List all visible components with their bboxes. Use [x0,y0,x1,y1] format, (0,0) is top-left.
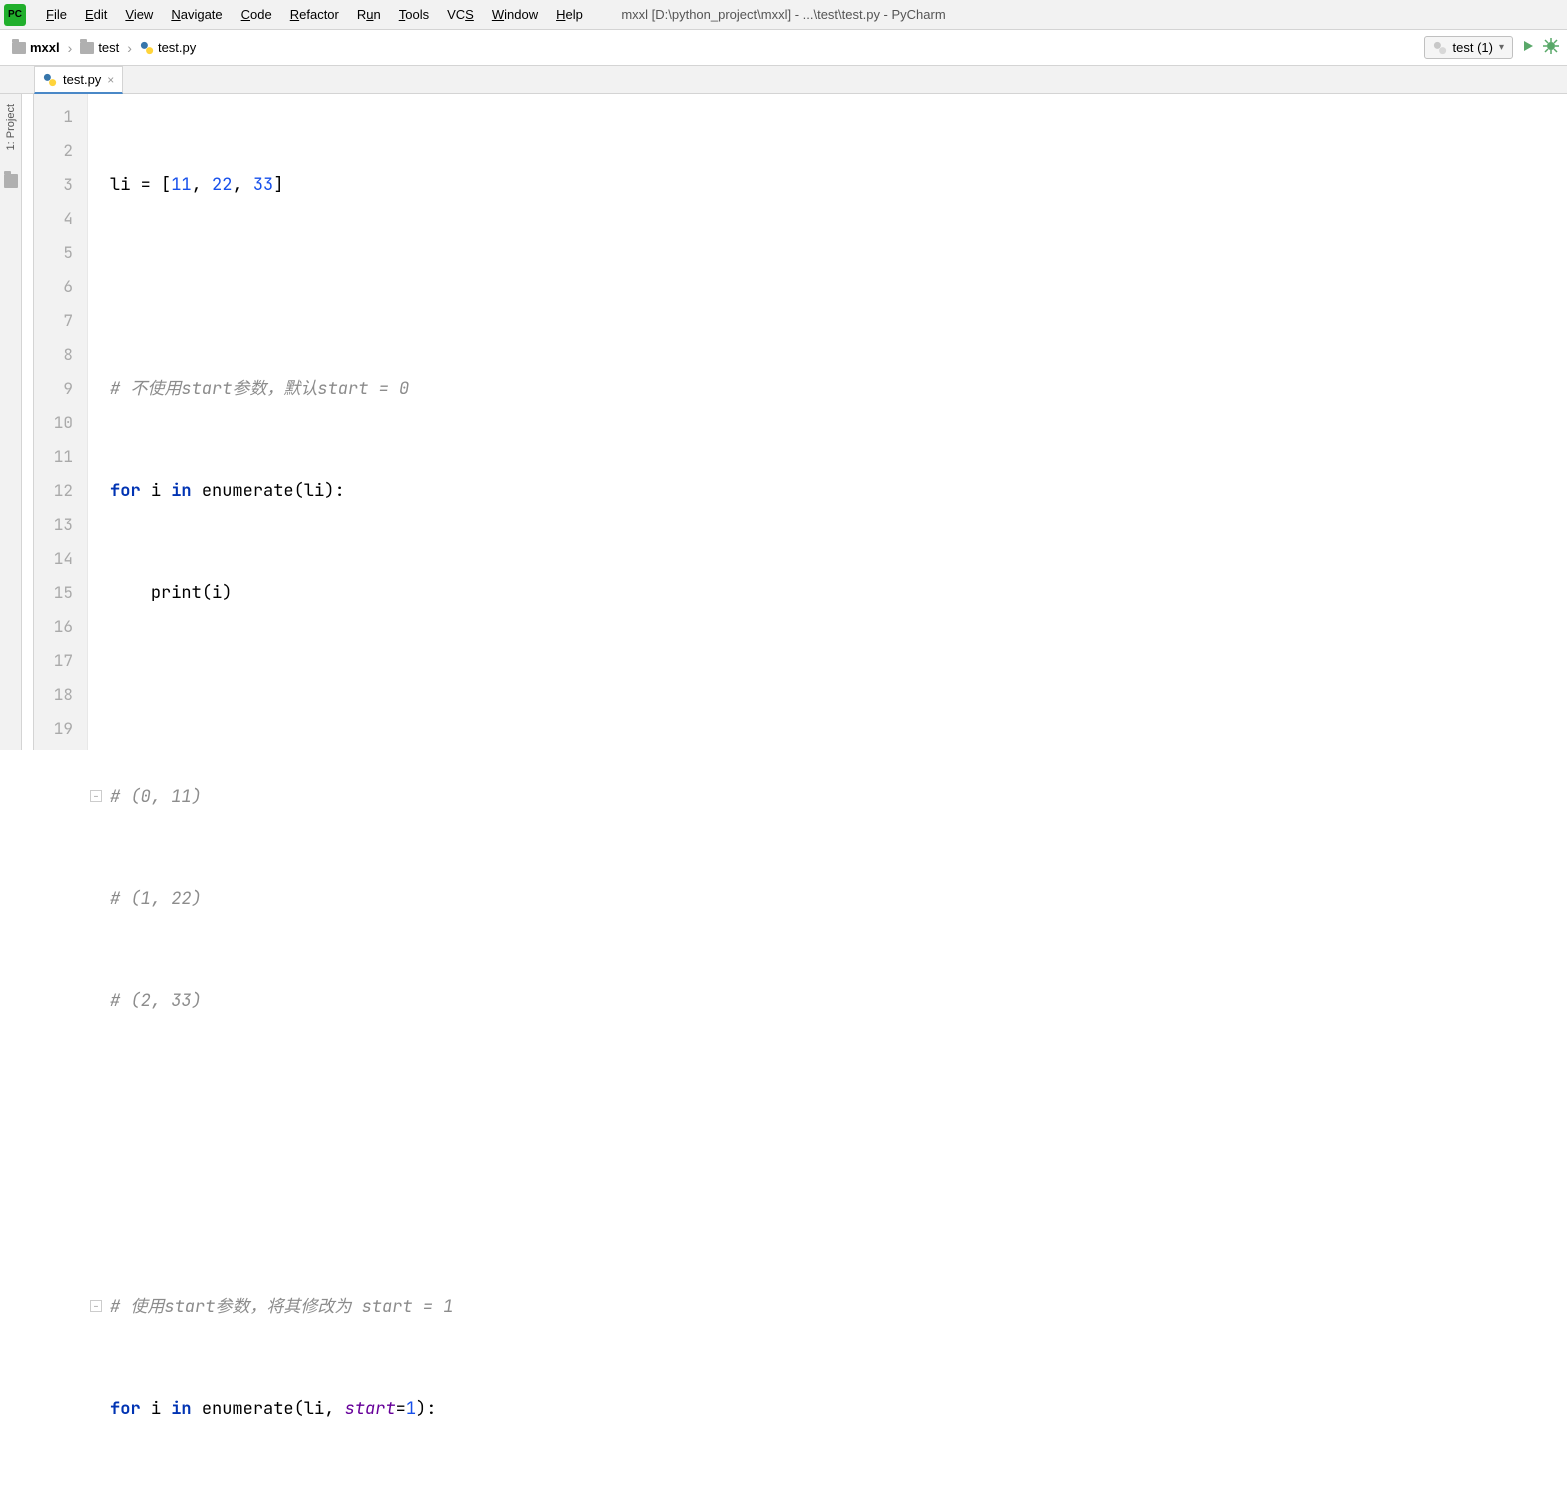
code-editor[interactable]: li = [11, 22, 33] # 不使用start参数，默认start =… [88,94,1567,750]
line-number[interactable]: 11 [34,440,87,474]
menu-run[interactable]: Run [349,3,389,26]
breadcrumb: mxxl › test › test.py [8,38,200,57]
line-number[interactable]: 3 [34,168,87,202]
menu-refactor[interactable]: Refactor [282,3,347,26]
menu-help[interactable]: Help [548,3,591,26]
line-number[interactable]: 4 [34,202,87,236]
python-file-icon [140,41,154,55]
code-line[interactable]: –# (0, 11) [110,780,1567,814]
menu-tools[interactable]: Tools [391,3,437,26]
line-number[interactable]: 17 [34,644,87,678]
code-line[interactable]: li = [11, 22, 33] [110,168,1567,202]
python-file-icon [43,73,57,87]
line-number[interactable]: 13 [34,508,87,542]
fold-marker-icon[interactable]: – [90,1300,102,1312]
tab-label: test.py [63,72,101,87]
run-config-label: test (1) [1453,40,1493,55]
code-line[interactable]: # (1, 22) [110,882,1567,916]
menu-items: File Edit View Navigate Code Refactor Ru… [38,3,591,26]
window-title: mxxl [D:\python_project\mxxl] - ...\test… [621,7,945,22]
code-line[interactable]: print(i) [110,576,1567,610]
menu-code[interactable]: Code [233,3,280,26]
close-icon[interactable]: × [107,73,114,87]
editor-tab[interactable]: test.py × [34,66,123,94]
line-number[interactable]: 16 [34,610,87,644]
line-number[interactable]: 12 [34,474,87,508]
line-number[interactable]: 19 [34,712,87,746]
breadcrumb-label: mxxl [30,40,60,55]
line-number[interactable]: 15 [34,576,87,610]
python-file-icon [1433,41,1447,55]
code-line[interactable] [110,678,1567,712]
pycharm-app-icon: PC [4,4,26,26]
code-line[interactable] [110,1086,1567,1120]
line-number[interactable]: 18 [34,678,87,712]
code-line[interactable]: for i in enumerate(li, start=1): [110,1392,1567,1426]
main-area: 1: Project 1 2 3 4 5 6 7 8 9 10 11 12 13… [0,94,1567,750]
chevron-right-icon: › [68,40,73,56]
menu-edit[interactable]: Edit [77,3,115,26]
breadcrumb-label: test.py [158,40,196,55]
chevron-right-icon: › [127,40,132,56]
run-button[interactable] [1521,39,1535,56]
chevron-down-icon: ▾ [1499,42,1504,53]
editor-tabbar: test.py × [0,66,1567,94]
menu-file[interactable]: File [38,3,75,26]
folder-icon [12,42,26,54]
menu-view[interactable]: View [117,3,161,26]
code-line[interactable] [110,1188,1567,1222]
project-tool-button[interactable]: 1: Project [5,100,17,154]
debug-button[interactable] [1543,38,1559,57]
breadcrumb-item-root[interactable]: mxxl [8,38,64,57]
menu-vcs[interactable]: VCS [439,3,482,26]
breadcrumb-item-folder[interactable]: test [76,38,123,57]
gutter-strip [22,94,34,750]
code-line[interactable]: for i in enumerate(li): [110,474,1567,508]
code-line[interactable] [110,270,1567,304]
line-number[interactable]: 2 [34,134,87,168]
line-number[interactable]: 8 [34,338,87,372]
code-line[interactable]: print(i) [110,1494,1567,1500]
menu-window[interactable]: Window [484,3,546,26]
code-line[interactable]: # 不使用start参数，默认start = 0 [110,372,1567,406]
breadcrumb-label: test [98,40,119,55]
line-number[interactable]: 6 [34,270,87,304]
line-number[interactable]: 7 [34,304,87,338]
toolbar-right: test (1) ▾ [1424,36,1560,59]
folder-icon[interactable] [4,174,18,188]
menu-navigate[interactable]: Navigate [163,3,230,26]
folder-icon [80,42,94,54]
breadcrumb-item-file[interactable]: test.py [136,38,200,57]
line-number[interactable]: 5 [34,236,87,270]
line-number[interactable]: 10 [34,406,87,440]
line-number[interactable]: 14 [34,542,87,576]
line-number[interactable]: 1 [34,100,87,134]
fold-marker-icon[interactable]: – [90,790,102,802]
code-line[interactable]: –# 使用start参数，将其修改为 start = 1 [110,1290,1567,1324]
left-tool-strip: 1: Project [0,94,22,750]
code-line[interactable]: # (2, 33) [110,984,1567,1018]
line-number[interactable]: 9 [34,372,87,406]
toolbar: mxxl › test › test.py test (1) ▾ [0,30,1567,66]
line-number-gutter: 1 2 3 4 5 6 7 8 9 10 11 12 13 14 15 16 1… [34,94,88,750]
menubar: PC File Edit View Navigate Code Refactor… [0,0,1567,30]
run-config-selector[interactable]: test (1) ▾ [1424,36,1514,59]
